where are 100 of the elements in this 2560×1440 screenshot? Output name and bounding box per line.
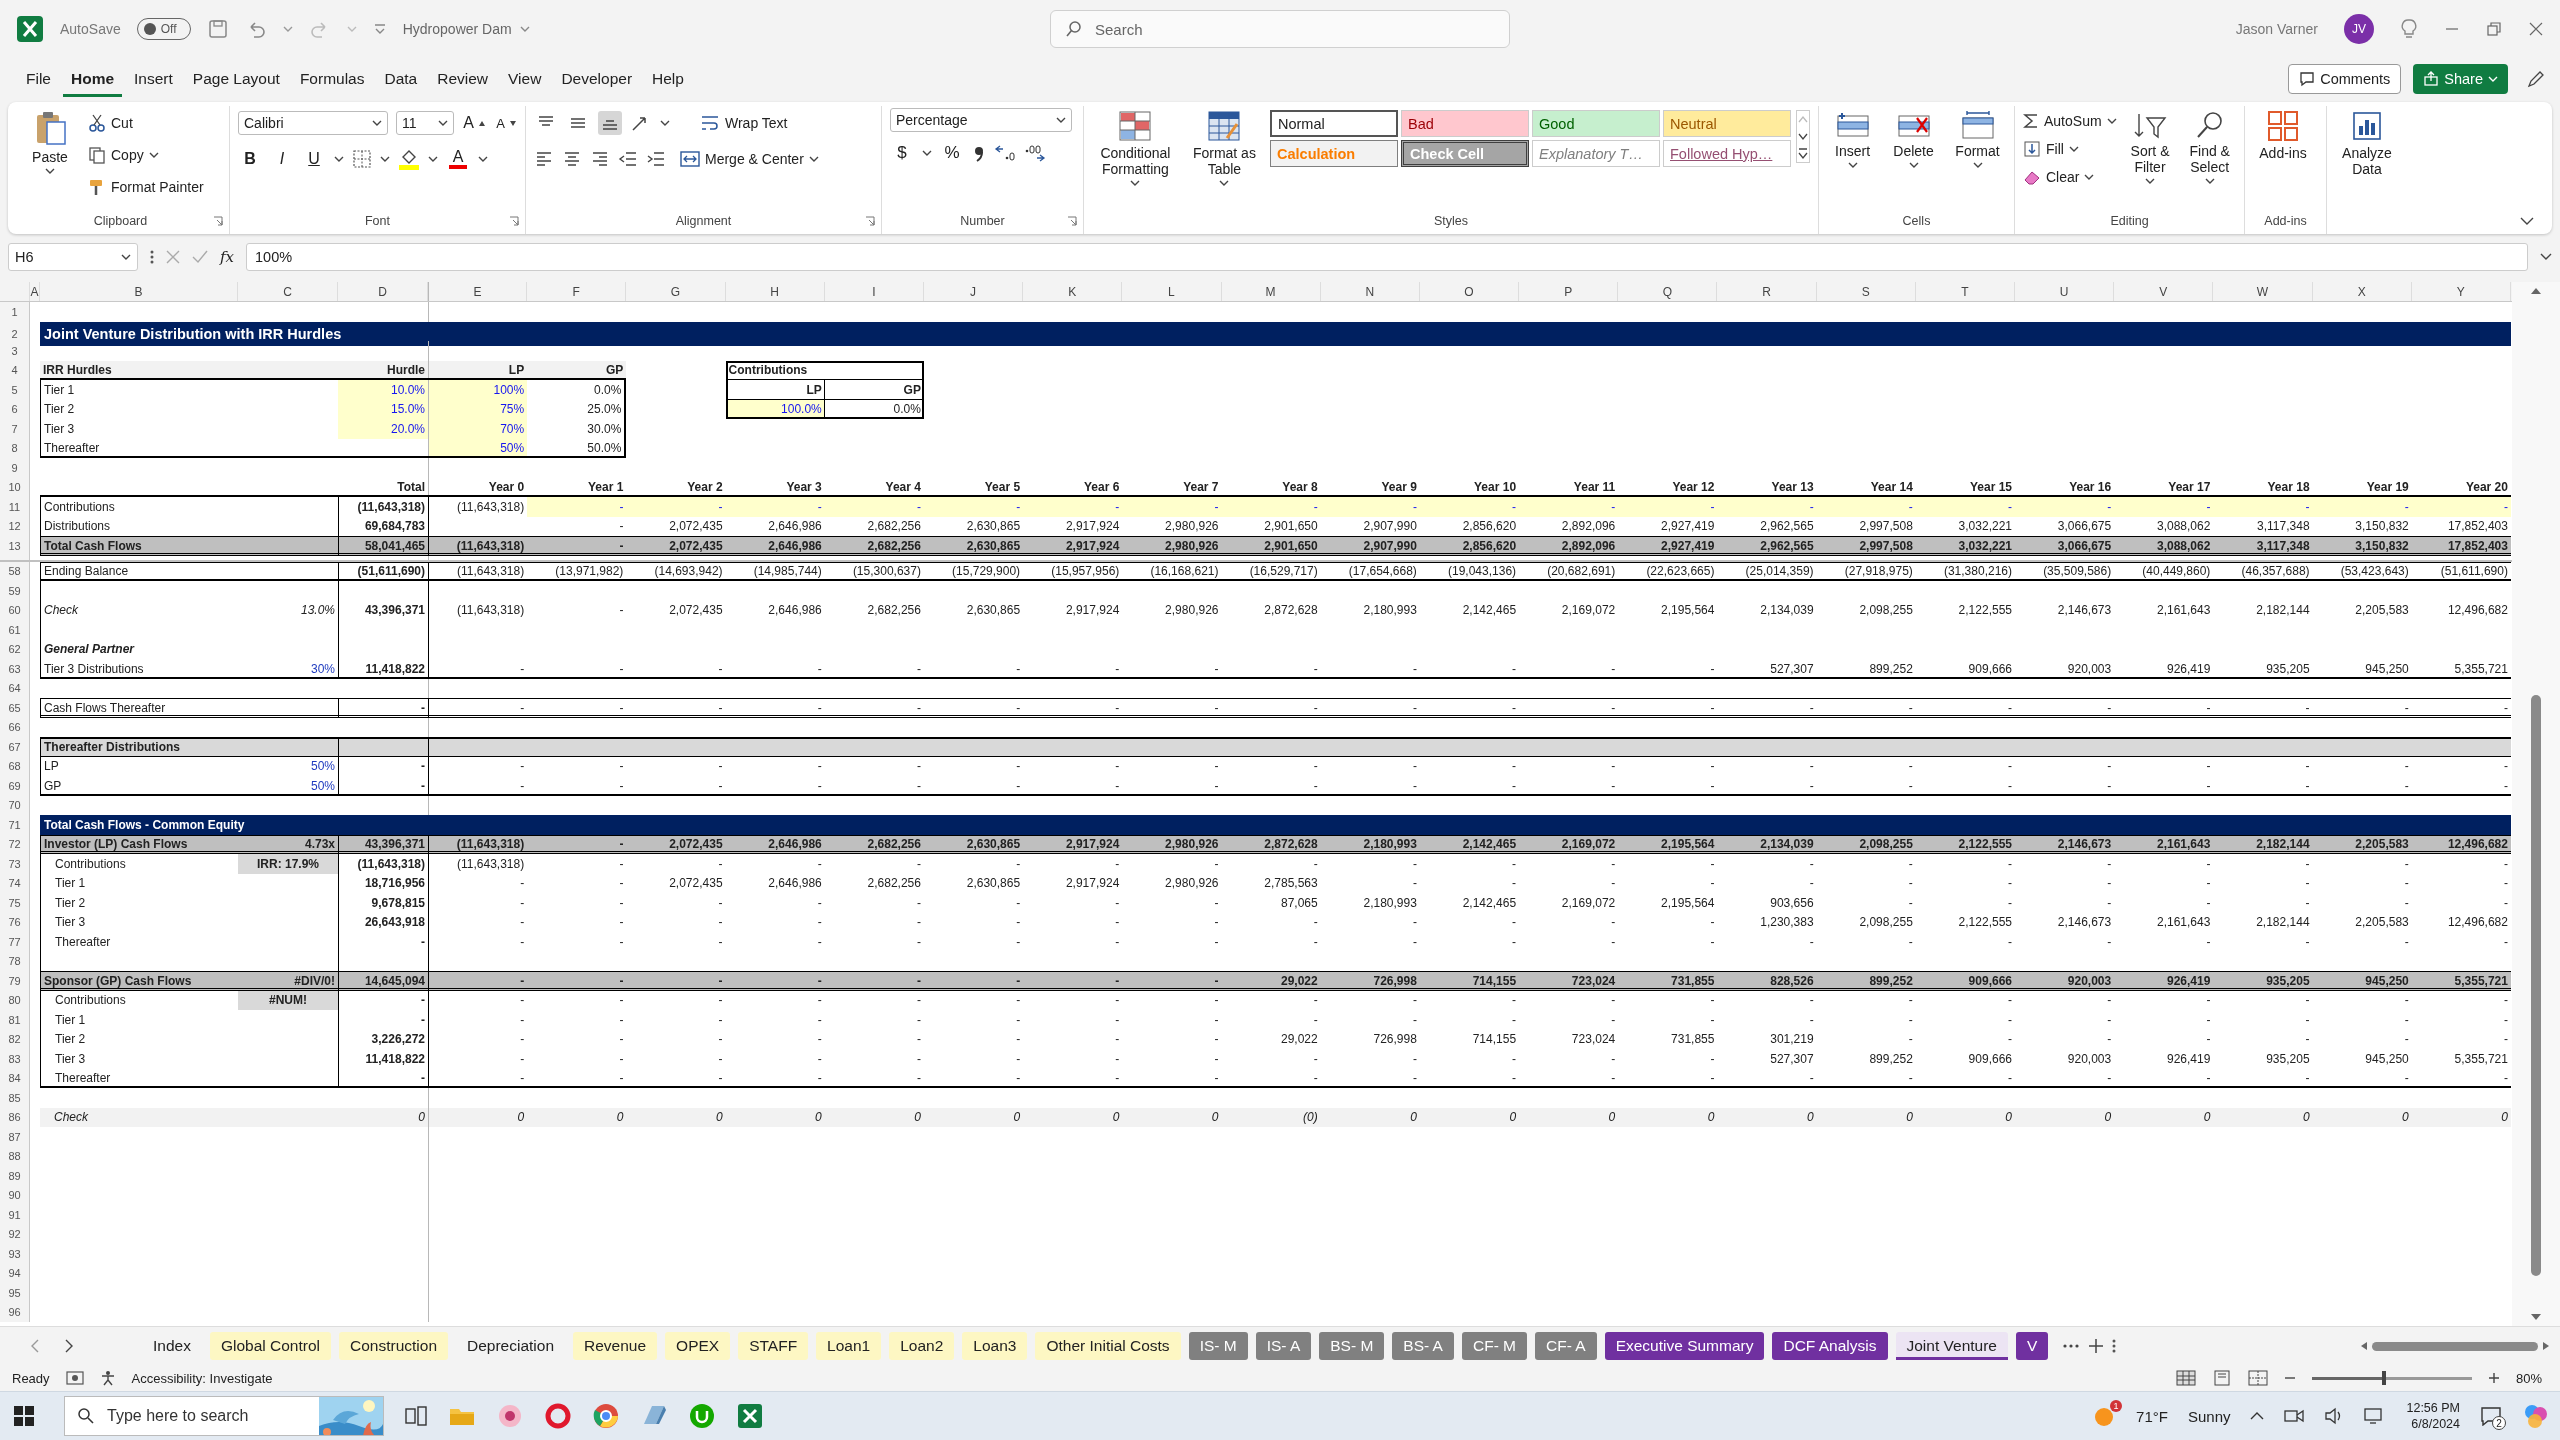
sheet-tab[interactable]: Loan1 bbox=[816, 1332, 882, 1360]
document-title[interactable]: Hydropower Dam bbox=[402, 21, 530, 37]
share-button[interactable]: Share bbox=[2413, 64, 2508, 94]
underline-button[interactable]: U bbox=[302, 147, 326, 171]
cell-style-option[interactable]: Bad bbox=[1401, 110, 1529, 137]
copilot-icon[interactable] bbox=[2522, 1402, 2550, 1430]
row-number[interactable]: 65 bbox=[0, 698, 30, 718]
sheet-tab[interactable]: DCF Analysis bbox=[1772, 1332, 1888, 1360]
row-number[interactable]: 9 bbox=[0, 458, 30, 478]
row-number[interactable]: 87 bbox=[0, 1127, 30, 1147]
font-color-button[interactable]: A bbox=[446, 147, 470, 171]
format-painter-button[interactable]: Format Painter bbox=[88, 174, 204, 200]
borders-icon[interactable] bbox=[352, 149, 372, 169]
clear-button[interactable]: Clear bbox=[2023, 164, 2117, 190]
zoom-in-icon[interactable] bbox=[2487, 1372, 2500, 1384]
comments-button[interactable]: Comments bbox=[2288, 64, 2402, 94]
paste-button[interactable]: Paste bbox=[20, 108, 80, 176]
column-header[interactable]: L bbox=[1122, 282, 1222, 301]
row-number[interactable]: 11 bbox=[0, 497, 30, 517]
sheet-tab[interactable]: OPEX bbox=[665, 1332, 731, 1360]
sheet-tab[interactable]: V bbox=[2016, 1332, 2049, 1360]
row-number[interactable]: 4 bbox=[0, 360, 30, 380]
format-button[interactable]: Format bbox=[1949, 108, 2006, 170]
row-number[interactable]: 13 bbox=[0, 536, 30, 556]
column-header[interactable]: R bbox=[1717, 282, 1817, 301]
row-number[interactable]: 84 bbox=[0, 1068, 30, 1088]
decrease-decimal-icon[interactable] bbox=[1024, 143, 1046, 163]
column-header[interactable]: F bbox=[527, 282, 627, 301]
formula-input[interactable]: 100% bbox=[246, 243, 2528, 271]
cell-style-option[interactable]: Neutral bbox=[1663, 110, 1791, 137]
row-number[interactable]: 86 bbox=[0, 1107, 30, 1127]
dialog-launcher-icon[interactable] bbox=[509, 216, 519, 226]
sheet-tab[interactable]: Index bbox=[142, 1332, 202, 1360]
row-number[interactable]: 69 bbox=[0, 776, 30, 796]
sort-filter-button[interactable]: Sort & Filter bbox=[2124, 108, 2176, 186]
column-header[interactable]: E bbox=[428, 282, 528, 301]
column-header[interactable]: I bbox=[824, 282, 924, 301]
close-icon[interactable] bbox=[2528, 21, 2544, 37]
conditional-formatting-button[interactable]: Conditional Formatting bbox=[1092, 108, 1179, 188]
row-number[interactable]: 79 bbox=[0, 971, 30, 991]
app-icon[interactable] bbox=[688, 1402, 716, 1430]
row-number[interactable]: 94 bbox=[0, 1263, 30, 1283]
delete-button[interactable]: Delete bbox=[1886, 108, 1942, 170]
add-sheet-icon[interactable] bbox=[2088, 1338, 2105, 1354]
sheet-tab[interactable]: Revenue bbox=[573, 1332, 658, 1360]
row-number[interactable]: 74 bbox=[0, 873, 30, 893]
spreadsheet-app-icon[interactable] bbox=[736, 1402, 764, 1430]
row-number[interactable]: 95 bbox=[0, 1283, 30, 1303]
avatar[interactable]: JV bbox=[2344, 14, 2374, 44]
row-number[interactable]: 6 bbox=[0, 399, 30, 419]
column-header[interactable]: H bbox=[725, 282, 825, 301]
scroll-up-icon[interactable] bbox=[2530, 286, 2542, 296]
menu-tab[interactable]: Insert bbox=[126, 61, 181, 97]
column-header[interactable]: J bbox=[923, 282, 1024, 301]
row-number[interactable]: 92 bbox=[0, 1224, 30, 1244]
row-number[interactable]: 91 bbox=[0, 1205, 30, 1225]
merge-center-button[interactable]: Merge & Center bbox=[680, 146, 819, 172]
windows-start-icon[interactable] bbox=[14, 1406, 34, 1426]
row-number[interactable]: 83 bbox=[0, 1049, 30, 1069]
row-number[interactable]: 72 bbox=[0, 834, 30, 854]
column-header[interactable]: D bbox=[338, 282, 428, 301]
scroll-right-icon[interactable] bbox=[2542, 1341, 2550, 1351]
bold-button[interactable]: B bbox=[238, 147, 262, 171]
autosum-button[interactable]: AutoSum bbox=[2023, 108, 2117, 134]
menu-tab[interactable]: Home bbox=[63, 61, 123, 97]
sheet-tab[interactable]: CF- A bbox=[1535, 1332, 1597, 1360]
currency-button[interactable]: $ bbox=[890, 141, 914, 165]
sheet-tab[interactable]: Depreciation bbox=[456, 1332, 566, 1360]
menu-tab[interactable]: Review bbox=[429, 61, 497, 97]
sheet-tab[interactable]: Global Control bbox=[209, 1332, 331, 1360]
page-layout-icon[interactable] bbox=[2211, 1370, 2232, 1386]
row-number[interactable]: 82 bbox=[0, 1029, 30, 1049]
row-number[interactable]: 85 bbox=[0, 1088, 30, 1108]
cell-style-option[interactable]: Good bbox=[1532, 110, 1660, 137]
row-number[interactable]: 76 bbox=[0, 912, 30, 932]
accessibility-checker-button[interactable]: Accessibility: Investigate bbox=[131, 1370, 273, 1386]
row-number[interactable]: 77 bbox=[0, 932, 30, 952]
row-number[interactable]: 81 bbox=[0, 1010, 30, 1030]
row-number[interactable]: 71 bbox=[0, 815, 30, 835]
row-number[interactable]: 61 bbox=[0, 620, 30, 640]
fill-color-icon[interactable] bbox=[398, 148, 420, 170]
browser-icon[interactable] bbox=[592, 1402, 620, 1430]
column-header[interactable]: X bbox=[2312, 282, 2412, 301]
column-header[interactable]: V bbox=[2114, 282, 2214, 301]
scrollbar-thumb[interactable] bbox=[2531, 695, 2541, 1276]
row-number[interactable]: 73 bbox=[0, 854, 30, 874]
column-header[interactable]: O bbox=[1419, 282, 1520, 301]
row-number[interactable]: 88 bbox=[0, 1146, 30, 1166]
row-number[interactable]: 64 bbox=[0, 678, 30, 698]
font-size-dropdown[interactable]: 11 bbox=[396, 111, 454, 135]
menu-tab[interactable]: View bbox=[500, 61, 550, 97]
analyze-data-button[interactable]: Analyze Data bbox=[2335, 108, 2399, 179]
row-number[interactable]: 75 bbox=[0, 893, 30, 913]
video-call-icon[interactable] bbox=[2284, 1407, 2305, 1425]
increase-indent-icon[interactable] bbox=[646, 149, 666, 169]
column-header[interactable]: U bbox=[2015, 282, 2115, 301]
previous-sheet-icon[interactable] bbox=[30, 1338, 40, 1354]
menu-tab[interactable]: Developer bbox=[553, 61, 641, 97]
sheet-tab[interactable]: Joint Venture bbox=[1895, 1332, 2008, 1360]
search-field[interactable]: Search bbox=[1050, 10, 1510, 48]
